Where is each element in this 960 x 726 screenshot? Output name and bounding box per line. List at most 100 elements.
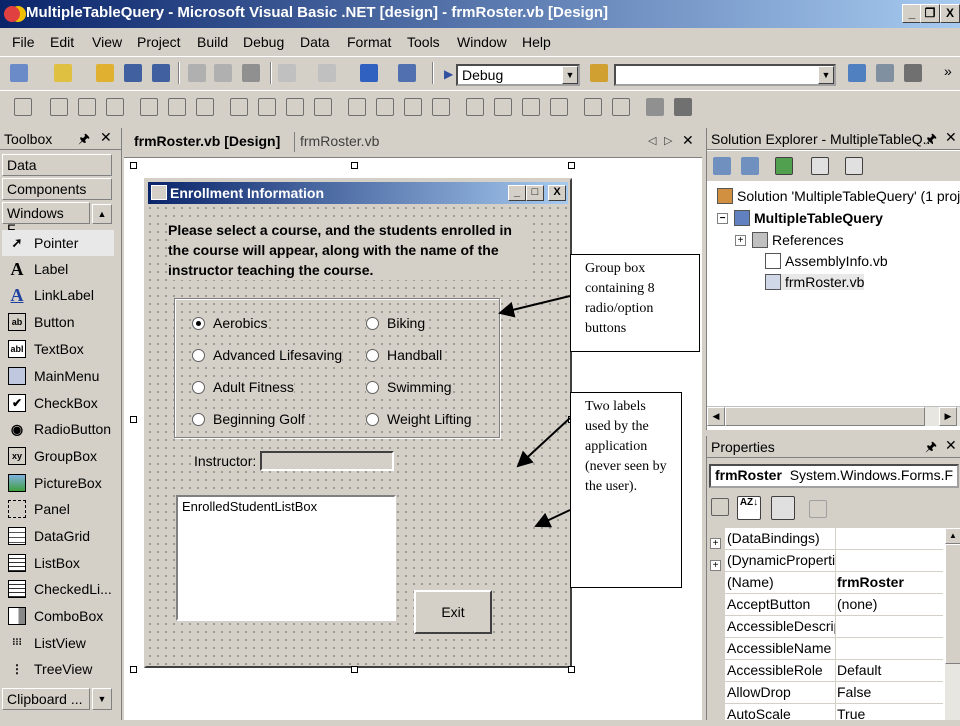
collapse-icon[interactable]: − <box>717 212 728 224</box>
property-row[interactable]: AccessibleDescript <box>707 616 943 638</box>
tree-frmroster[interactable]: frmRoster.vb <box>765 274 865 290</box>
property-row[interactable]: + (DataBindings) <box>707 528 943 550</box>
align-to-grid-icon[interactable] <box>14 98 32 116</box>
tree-solution[interactable]: Solution 'MultipleTableQuery' (1 project… <box>717 188 960 204</box>
menu-debug[interactable]: Debug <box>243 34 284 50</box>
refresh-icon[interactable] <box>775 157 793 175</box>
properties-window-icon[interactable] <box>876 64 894 82</box>
pin-icon[interactable]: 🖈 <box>925 438 937 460</box>
tool-checkedlistbox[interactable]: CheckedLi... <box>8 576 112 602</box>
make-same-height-icon[interactable] <box>286 98 304 116</box>
scroll-up-icon[interactable]: ▲ <box>92 204 112 224</box>
toolbar-overflow-icon[interactable]: » <box>944 63 952 79</box>
paste-icon[interactable] <box>242 64 260 82</box>
toolbox-tab-data[interactable]: Data <box>2 154 112 176</box>
tab-design[interactable]: frmRoster.vb [Design] <box>134 133 280 149</box>
tool-listbox[interactable]: ListBox <box>8 550 80 576</box>
vertical-spacing-equal-icon[interactable] <box>466 98 484 116</box>
close-icon[interactable]: ✕ <box>682 132 694 149</box>
cut-icon[interactable] <box>188 64 206 82</box>
tool-button[interactable]: ab Button <box>8 309 74 335</box>
tool-checkbox[interactable]: ✔ CheckBox <box>8 390 98 416</box>
property-value[interactable]: frmRoster <box>837 574 904 590</box>
tool-datagrid[interactable]: DataGrid <box>8 523 90 549</box>
remove-vertical-spacing-icon[interactable] <box>550 98 568 116</box>
menu-edit[interactable]: Edit <box>50 34 74 50</box>
categorized-icon[interactable] <box>711 498 729 516</box>
property-row[interactable]: + (DynamicPropertie <box>707 550 943 572</box>
save-all-icon[interactable] <box>152 64 170 82</box>
find-combo[interactable]: ▼ <box>614 64 836 86</box>
minimize-button[interactable]: _ <box>902 4 922 23</box>
save-icon[interactable] <box>124 64 142 82</box>
navigate-backward-icon[interactable] <box>360 64 378 82</box>
tool-listview[interactable]: ⁝⁝⁝ ListView <box>8 630 86 656</box>
scroll-thumb[interactable] <box>725 407 925 426</box>
remove-horizontal-spacing-icon[interactable] <box>432 98 450 116</box>
tool-pointer[interactable]: ➚ Pointer <box>2 230 114 256</box>
align-tops-icon[interactable] <box>140 98 158 116</box>
navigate-forward-icon[interactable] <box>398 64 416 82</box>
tab-code[interactable]: frmRoster.vb <box>300 133 379 149</box>
center-horizontally-icon[interactable] <box>584 98 602 116</box>
property-row[interactable]: (Name) frmRoster <box>707 572 943 594</box>
open-icon[interactable] <box>96 64 114 82</box>
chevron-down-icon[interactable]: ▼ <box>562 66 578 84</box>
bring-to-front-icon[interactable] <box>646 98 664 116</box>
scroll-right-icon[interactable]: ▶ <box>939 407 957 426</box>
menu-help[interactable]: Help <box>522 34 551 50</box>
property-row[interactable]: AccessibleName <box>707 638 943 660</box>
menu-build[interactable]: Build <box>197 34 228 50</box>
menu-format[interactable]: Format <box>347 34 391 50</box>
expand-icon[interactable]: + <box>735 234 746 246</box>
tool-textbox[interactable]: abl TextBox <box>8 336 84 362</box>
center-vertically-icon[interactable] <box>612 98 630 116</box>
close-icon[interactable]: ✕ <box>945 129 957 146</box>
expand-icon[interactable]: + <box>710 533 727 549</box>
redo-icon[interactable] <box>318 64 336 82</box>
tab-scroll-right-icon[interactable]: ▷ <box>664 134 672 147</box>
tool-combobox[interactable]: ComboBox <box>8 603 103 629</box>
decrease-vertical-spacing-icon[interactable] <box>522 98 540 116</box>
show-all-files-icon[interactable] <box>811 157 829 175</box>
scroll-down-icon[interactable]: ▼ <box>92 688 112 710</box>
alphabetical-icon[interactable]: AZ↓ <box>737 496 761 520</box>
align-rights-icon[interactable] <box>106 98 124 116</box>
horizontal-spacing-equal-icon[interactable] <box>348 98 366 116</box>
view-code-icon[interactable] <box>713 157 731 175</box>
scroll-left-icon[interactable]: ◀ <box>707 407 725 426</box>
make-same-size-icon[interactable] <box>314 98 332 116</box>
menu-project[interactable]: Project <box>137 34 181 50</box>
close-icon[interactable]: ✕ <box>945 437 957 454</box>
tree-references[interactable]: + References <box>735 232 844 248</box>
menu-data[interactable]: Data <box>300 34 330 50</box>
tool-groupbox[interactable]: xy GroupBox <box>8 443 97 469</box>
solution-config-combo[interactable]: Debug ▼ <box>456 64 580 86</box>
properties-icon[interactable] <box>845 157 863 175</box>
property-value[interactable]: Default <box>837 662 881 678</box>
tool-label[interactable]: A Label <box>8 256 69 282</box>
new-project-icon[interactable] <box>10 64 28 82</box>
menu-file[interactable]: File <box>12 34 35 50</box>
horizontal-scrollbar[interactable]: ◀ ▶ <box>707 406 960 426</box>
close-icon[interactable]: ✕ <box>100 129 112 146</box>
pin-icon[interactable]: 🖈 <box>925 130 937 152</box>
tree-project[interactable]: − MultipleTableQuery <box>717 210 883 226</box>
toolbox-tab-components[interactable]: Components <box>2 178 112 200</box>
start-icon[interactable]: ▶ <box>444 67 453 81</box>
property-row[interactable]: AllowDrop False <box>707 682 943 704</box>
toolbox-tab-clipboard[interactable]: Clipboard ... <box>2 688 90 710</box>
events-icon[interactable] <box>809 500 827 518</box>
menu-view[interactable]: View <box>92 34 122 50</box>
solution-explorer-icon[interactable] <box>848 64 866 82</box>
tool-radiobutton[interactable]: ◉ RadioButton <box>8 416 111 442</box>
align-bottoms-icon[interactable] <box>196 98 214 116</box>
increase-vertical-spacing-icon[interactable] <box>494 98 512 116</box>
undo-icon[interactable] <box>278 64 296 82</box>
menu-window[interactable]: Window <box>457 34 507 50</box>
scroll-thumb[interactable] <box>945 544 960 664</box>
property-value[interactable]: False <box>837 684 871 700</box>
make-same-width-icon[interactable] <box>230 98 248 116</box>
properties-view-icon[interactable] <box>771 496 795 520</box>
close-window-button[interactable]: X <box>940 4 960 23</box>
